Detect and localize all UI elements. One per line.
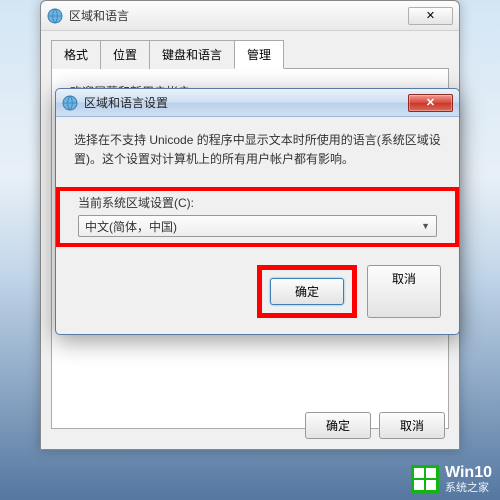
locale-dropdown[interactable]: 中文(简体，中国) ▼ [78, 215, 437, 237]
globe-icon [62, 95, 78, 111]
tabs: 格式 位置 键盘和语言 管理 [51, 39, 449, 69]
win10-logo-icon [411, 465, 439, 493]
locale-selected-value: 中文(简体，中国) [85, 218, 177, 235]
parent-buttons: 确定 取消 [305, 412, 445, 439]
child-body: 选择在不支持 Unicode 的程序中显示文本时所使用的语言(系统区域设置)。这… [56, 117, 459, 334]
current-locale-label: 当前系统区域设置(C): [63, 194, 452, 215]
tab-keyboard[interactable]: 键盘和语言 [149, 40, 235, 69]
parent-ok-button[interactable]: 确定 [305, 412, 371, 439]
child-title: 区域和语言设置 [84, 94, 168, 111]
child-ok-button[interactable]: 确定 [270, 278, 344, 305]
parent-titlebar: 区域和语言 ✕ [41, 1, 459, 31]
child-titlebar: 区域和语言设置 ✕ [56, 89, 459, 117]
parent-title: 区域和语言 [69, 7, 129, 24]
child-buttons: 确定 取消 [74, 265, 441, 318]
tab-location[interactable]: 位置 [100, 40, 150, 69]
child-cancel-button[interactable]: 取消 [367, 265, 441, 318]
tab-admin[interactable]: 管理 [234, 40, 284, 69]
region-language-settings-dialog: 区域和语言设置 ✕ 选择在不支持 Unicode 的程序中显示文本时所使用的语言… [55, 88, 460, 335]
highlight-ok-button: 确定 [257, 265, 357, 318]
parent-cancel-button[interactable]: 取消 [379, 412, 445, 439]
tab-format[interactable]: 格式 [51, 40, 101, 69]
watermark: Win10 系统之家 [411, 464, 492, 494]
highlight-locale-selector: 当前系统区域设置(C): 中文(简体，中国) ▼ [56, 187, 459, 247]
child-close-button[interactable]: ✕ [408, 94, 453, 112]
parent-close-button[interactable]: ✕ [408, 7, 453, 25]
dropdown-arrow-icon: ▼ [421, 221, 430, 231]
watermark-brand: Win10 [445, 464, 492, 482]
dialog-description: 选择在不支持 Unicode 的程序中显示文本时所使用的语言(系统区域设置)。这… [74, 131, 441, 169]
globe-icon [47, 8, 63, 24]
watermark-sub: 系统之家 [445, 482, 492, 494]
